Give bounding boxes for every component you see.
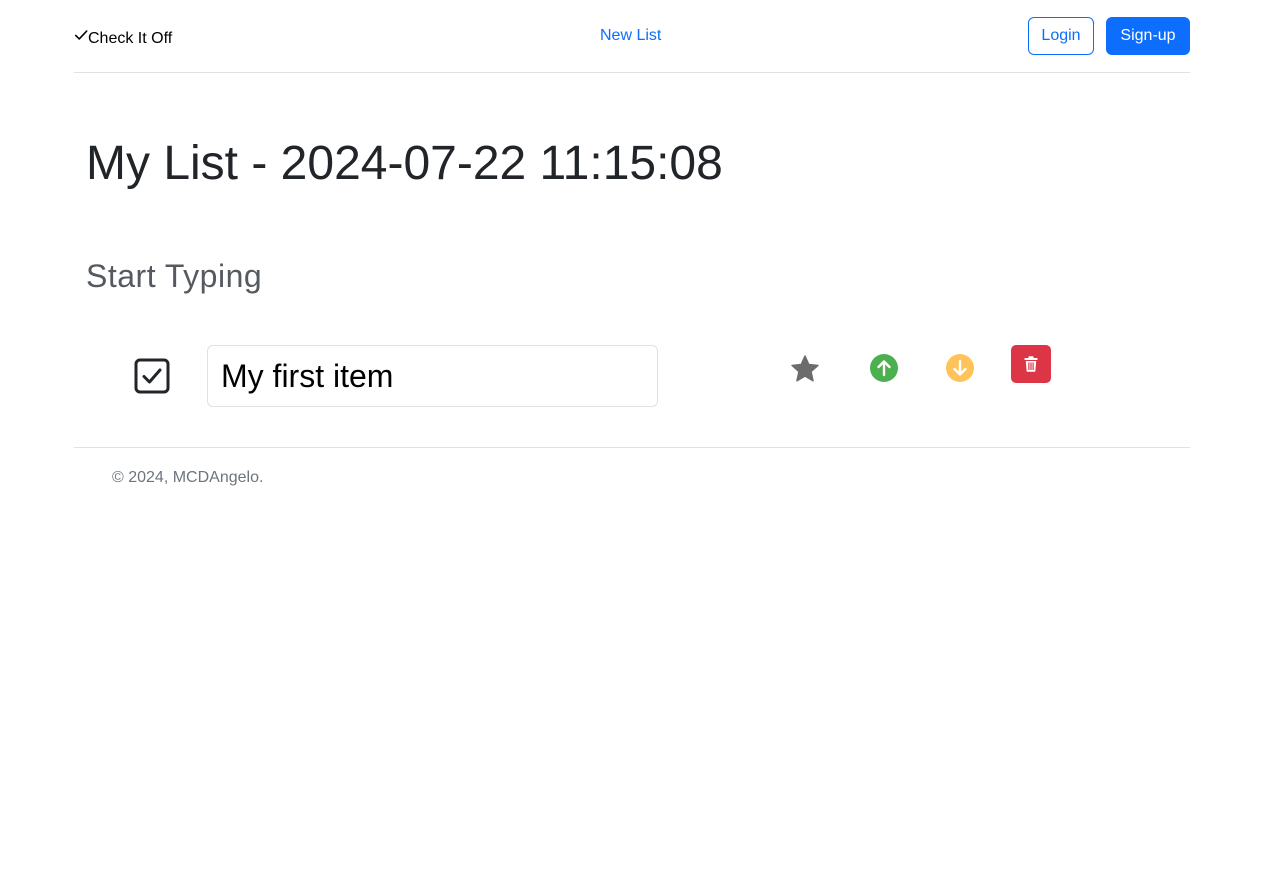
star-icon[interactable] <box>789 353 821 385</box>
new-list-link[interactable]: New List <box>600 25 661 47</box>
check-square-icon[interactable] <box>134 358 170 394</box>
signup-button[interactable]: Sign-up <box>1106 17 1190 55</box>
brand-link[interactable]: Check It Off <box>74 26 172 50</box>
checkmark-icon <box>74 30 88 40</box>
page-footer: © 2024, MCDAngelo. <box>74 447 1190 507</box>
brand-name: Check It Off <box>88 30 173 47</box>
top-navbar: Check It Off New List Login Sign-up <box>74 0 1190 73</box>
delete-button[interactable] <box>1011 345 1051 383</box>
arrow-up-circle-icon[interactable] <box>869 353 899 383</box>
copyright-text: © 2024, MCDAngelo. <box>112 469 264 486</box>
page-title: My List - 2024-07-22 11:15:08 <box>86 137 723 190</box>
trash-icon <box>1024 356 1038 372</box>
arrow-down-circle-icon[interactable] <box>945 353 975 383</box>
list-item <box>74 340 1190 412</box>
item-text-input[interactable] <box>207 345 658 407</box>
start-typing-heading: Start Typing <box>86 258 263 294</box>
login-button[interactable]: Login <box>1028 17 1094 55</box>
